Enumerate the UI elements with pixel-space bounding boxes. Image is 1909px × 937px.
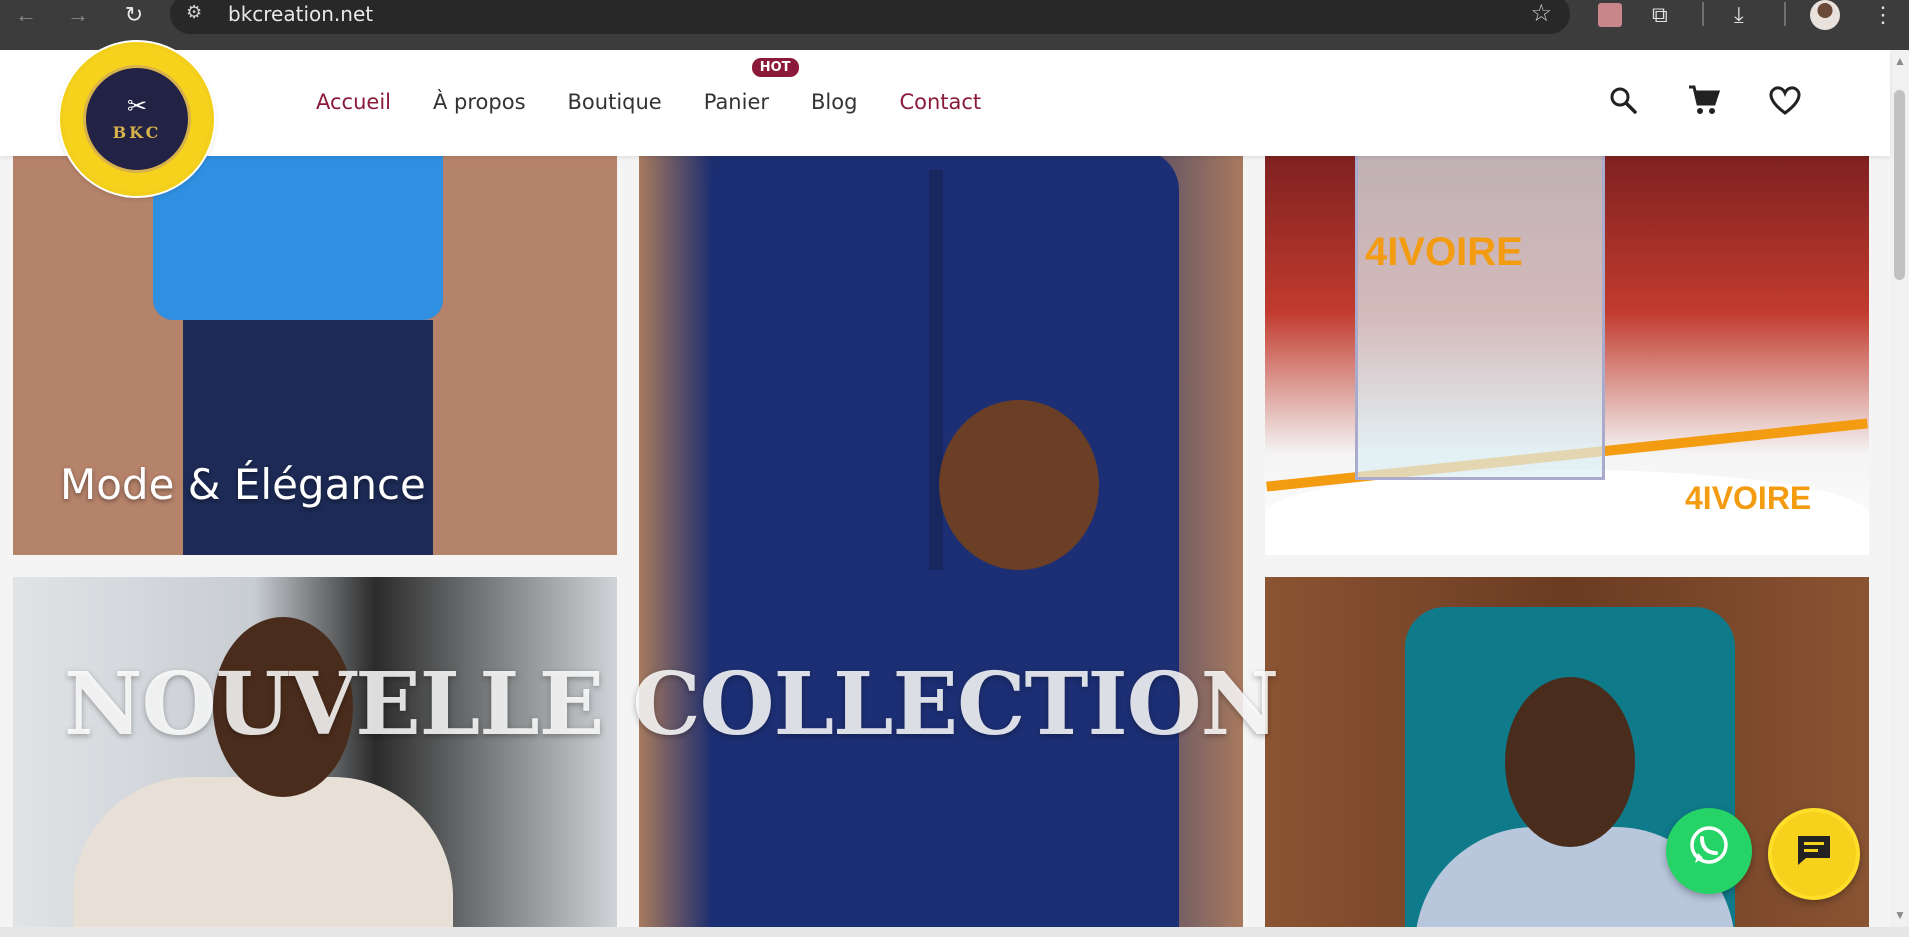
site-settings-icon[interactable]: ⚙: [186, 2, 202, 23]
gallery-image-navy-kaftan[interactable]: [639, 156, 1243, 927]
scroll-up-icon[interactable]: ▲: [1894, 54, 1906, 68]
toolbar-divider: [1784, 2, 1786, 26]
download-icon[interactable]: ⤓: [1734, 0, 1744, 30]
nav-link-cart-label: Panier: [703, 90, 770, 114]
logo-badge: ✂ BKC: [83, 65, 191, 173]
glass-podium: [1355, 156, 1605, 480]
nav-link-contact[interactable]: Contact: [899, 90, 981, 114]
nav-link-about[interactable]: À propos: [433, 90, 526, 114]
nav-link-blog[interactable]: Blog: [811, 90, 857, 114]
scroll-down-icon[interactable]: ▼: [1894, 908, 1906, 922]
profile-avatar[interactable]: [1810, 0, 1840, 30]
wishlist-heart-icon[interactable]: [1765, 80, 1805, 120]
blue-shirt-shape: [153, 156, 443, 320]
main-navigation: Accueil À propos Boutique Panier HOT Blo…: [316, 58, 1023, 114]
address-bar[interactable]: ⚙ bkcreation.net ☆: [170, 0, 1570, 34]
tv-brand-logo-corner: 4IVOIRE: [1685, 480, 1812, 516]
hero-gallery: 4IVOIRE 4IVOIRE Mode & Élégance NOUVELLE…: [0, 156, 1890, 927]
site-header: Accueil À propos Boutique Panier HOT Blo…: [0, 50, 1890, 156]
hand-shape: [939, 400, 1099, 570]
placket-shape: [929, 170, 943, 570]
bookmark-star-icon[interactable]: ☆: [1530, 0, 1552, 28]
nav-link-shop[interactable]: Boutique: [568, 90, 662, 114]
search-icon[interactable]: [1603, 80, 1643, 120]
logo-text: BKC: [112, 122, 162, 142]
tv-brand-logo: 4IVOIRE: [1365, 230, 1523, 274]
url-text[interactable]: bkcreation.net: [228, 2, 373, 26]
hero-title: Mode & Élégance: [60, 460, 426, 509]
cart-icon[interactable]: [1684, 80, 1724, 120]
chat-button[interactable]: [1768, 808, 1860, 900]
browser-menu-icon[interactable]: ⋮: [1872, 0, 1894, 30]
gallery-image-tv-event[interactable]: 4IVOIRE 4IVOIRE: [1265, 156, 1869, 555]
kaftan-shape: [709, 156, 1179, 927]
whatsapp-button[interactable]: [1666, 808, 1752, 894]
nav-link-cart[interactable]: Panier HOT: [703, 58, 799, 114]
white-outfit-shape: [73, 777, 453, 927]
page-scrollbar[interactable]: ▲ ▼: [1890, 50, 1909, 927]
bkc-logo[interactable]: ✂ BKC: [60, 42, 214, 196]
scissors-icon: ✂: [126, 92, 148, 120]
extensions-puzzle-icon[interactable]: ⧉: [1652, 0, 1668, 30]
status-strip: [0, 927, 1909, 937]
trousers-shape: [183, 320, 433, 555]
whatsapp-icon: [1686, 823, 1732, 879]
browser-toolbar: ← → ↻ ⚙ bkcreation.net ☆ ⧉ ⤓ ⋮: [0, 0, 1909, 50]
nav-link-home[interactable]: Accueil: [316, 90, 391, 114]
reload-icon[interactable]: ↻: [114, 0, 154, 30]
extension-icon[interactable]: [1598, 0, 1622, 30]
toolbar-divider: [1702, 2, 1704, 26]
chat-bubble-icon: [1794, 832, 1834, 877]
face-shape: [1505, 677, 1635, 847]
hot-badge: HOT: [751, 58, 799, 77]
forward-arrow-icon[interactable]: →: [58, 0, 98, 30]
scroll-thumb[interactable]: [1894, 90, 1905, 280]
back-arrow-icon[interactable]: ←: [6, 0, 46, 30]
collection-overlay-text: NOUVELLE COLLECTION: [64, 654, 1279, 755]
